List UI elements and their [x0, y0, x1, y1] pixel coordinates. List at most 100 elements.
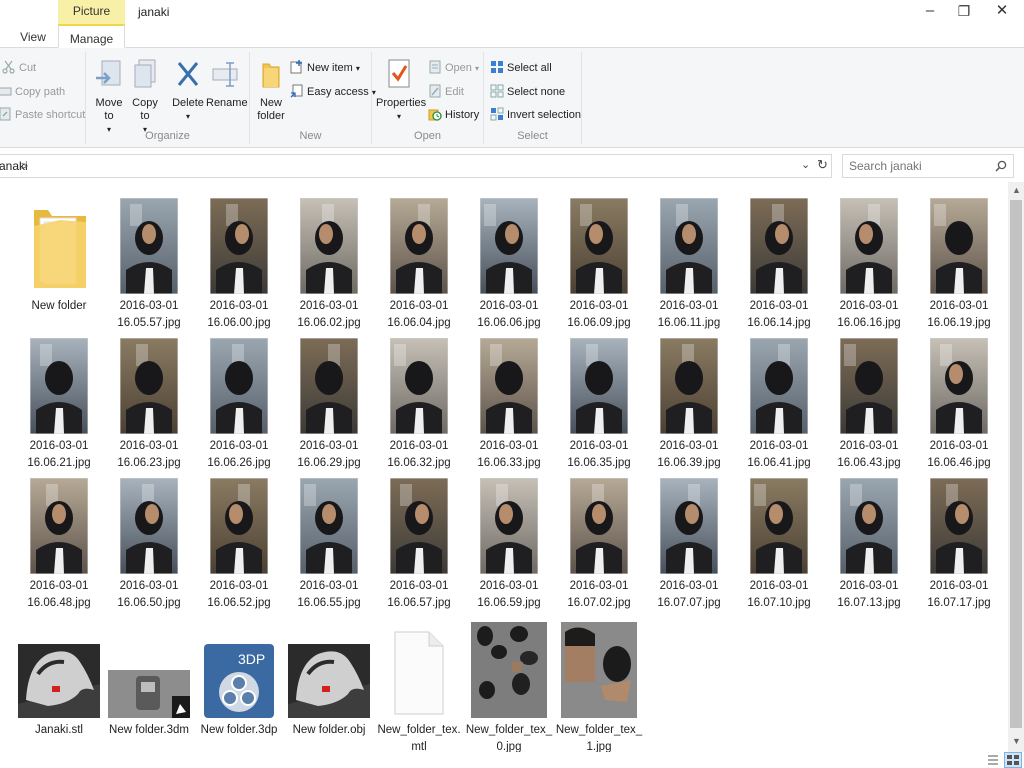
file-name-label: Janaki.stl	[35, 724, 83, 736]
file-item[interactable]: New_folder_tex_0.jpg	[464, 614, 554, 752]
file-grid: New folder 2016-03-01 16.05.57.jpg 2016-…	[0, 182, 1008, 752]
file-item[interactable]: 2016-03-01 16.06.55.jpg	[284, 474, 374, 612]
select-none-button[interactable]: Select none	[490, 82, 565, 102]
tab-manage[interactable]: Manage	[58, 24, 125, 48]
invert-selection-button[interactable]: Invert selection	[490, 105, 581, 125]
file-item[interactable]: 2016-03-01 16.06.39.jpg	[644, 334, 734, 472]
paste-shortcut-button[interactable]: Paste shortcut	[0, 105, 85, 125]
file-item[interactable]: 2016-03-01 16.07.02.jpg	[554, 474, 644, 612]
properties-checkmark-icon	[388, 59, 410, 88]
file-item[interactable]: 2016-03-01 16.06.04.jpg	[374, 194, 464, 332]
select-all-button[interactable]: Select all	[490, 58, 552, 78]
file-item[interactable]: 2016-03-01 16.05.57.jpg	[104, 194, 194, 332]
copy-to-icon	[134, 59, 156, 88]
cut-button[interactable]: Cut	[2, 58, 36, 78]
vertical-scrollbar[interactable]: ▲ ▼	[1008, 182, 1024, 752]
file-item[interactable]: 2016-03-01 16.06.19.jpg	[914, 194, 1004, 332]
file-item[interactable]: New folder.obj	[284, 614, 374, 739]
file-item[interactable]: 2016-03-01 16.06.50.jpg	[104, 474, 194, 612]
file-item[interactable]: 3DP New folder.3dp	[194, 614, 284, 739]
file-name-label: 2016-03-01 16.06.23.jpg	[117, 440, 181, 469]
copy-to-button[interactable]: Copy to ▾	[128, 58, 162, 136]
select-all-icon	[491, 61, 503, 73]
file-item[interactable]: 2016-03-01 16.06.21.jpg	[14, 334, 104, 472]
image-thumbnail	[464, 194, 554, 294]
file-item[interactable]: 2016-03-01 16.06.29.jpg	[284, 334, 374, 472]
file-item[interactable]: 2016-03-01 16.06.09.jpg	[554, 194, 644, 332]
file-item[interactable]: 2016-03-01 16.06.43.jpg	[824, 334, 914, 472]
file-item[interactable]: 2016-03-01 16.06.14.jpg	[734, 194, 824, 332]
search-icon[interactable]	[995, 160, 1007, 172]
file-name-label: 2016-03-01 16.06.41.jpg	[747, 440, 811, 469]
file-name-label: New folder.3dp	[200, 724, 278, 736]
file-item[interactable]: 2016-03-01 16.06.11.jpg	[644, 194, 734, 332]
new-item-label: New item	[307, 62, 353, 74]
copy-path-icon	[0, 87, 12, 96]
tab-view[interactable]: View	[12, 24, 54, 48]
file-item[interactable]: 2016-03-01 16.06.46.jpg	[914, 334, 1004, 472]
refresh-icon[interactable]: ↻	[817, 157, 828, 173]
breadcrumb-separator[interactable]: >	[21, 159, 28, 173]
file-name-label: New_folder_tex_1.jpg	[555, 724, 643, 752]
file-item[interactable]: 2016-03-01 16.07.17.jpg	[914, 474, 1004, 612]
file-item[interactable]: 2016-03-01 16.06.57.jpg	[374, 474, 464, 612]
search-input[interactable]	[849, 156, 989, 176]
large-icons-view-icon[interactable]	[1004, 752, 1022, 768]
file-item[interactable]: 2016-03-01 16.06.59.jpg	[464, 474, 554, 612]
close-button[interactable]: ✕	[982, 0, 1022, 24]
file-item[interactable]: 2016-03-01 16.06.41.jpg	[734, 334, 824, 472]
properties-button[interactable]: Properties ▾	[376, 58, 426, 123]
file-item[interactable]: 2016-03-01 16.06.02.jpg	[284, 194, 374, 332]
file-item[interactable]: 2016-03-01 16.06.33.jpg	[464, 334, 554, 472]
search-box[interactable]	[842, 154, 1014, 178]
maximize-button[interactable]: ❐	[944, 0, 984, 24]
address-history-dropdown-icon[interactable]: ⌄	[801, 158, 810, 171]
scrollbar-thumb[interactable]	[1010, 200, 1022, 728]
easy-access-button[interactable]: Easy access ▾	[290, 82, 376, 102]
file-item[interactable]: 2016-03-01 16.06.23.jpg	[104, 334, 194, 472]
folder-item[interactable]: New folder	[14, 194, 104, 315]
open-button[interactable]: Open ▾	[428, 58, 479, 78]
model-file-icon	[104, 614, 194, 718]
open-group: Properties ▾ Open ▾ Edit History Open	[372, 52, 484, 144]
file-item[interactable]: 2016-03-01 16.07.07.jpg	[644, 474, 734, 612]
file-item[interactable]: 2016-03-01 16.07.10.jpg	[734, 474, 824, 612]
file-item[interactable]: New_folder_tex.mtl	[374, 614, 464, 752]
edit-button[interactable]: Edit	[428, 82, 464, 102]
copy-path-button[interactable]: Copy path	[0, 82, 65, 102]
file-item[interactable]: 2016-03-01 16.06.48.jpg	[14, 474, 104, 612]
move-to-button[interactable]: Move to ▾	[92, 58, 126, 136]
rename-button[interactable]: Rename	[206, 58, 248, 110]
file-item[interactable]: 2016-03-01 16.06.06.jpg	[464, 194, 554, 332]
file-item[interactable]: New_folder_tex_1.jpg	[554, 614, 644, 752]
file-name-label: 2016-03-01 16.06.52.jpg	[207, 580, 271, 609]
new-item-button[interactable]: New item ▾	[290, 58, 360, 78]
file-item[interactable]: 2016-03-01 16.06.32.jpg	[374, 334, 464, 472]
image-thumbnail	[194, 474, 284, 574]
history-label: History	[445, 109, 480, 121]
image-thumbnail	[104, 334, 194, 434]
file-item[interactable]: 2016-03-01 16.06.00.jpg	[194, 194, 284, 332]
ribbon: Cut Copy path Paste shortcut Move to ▾ C…	[0, 48, 1024, 148]
file-item[interactable]: New folder.3dm	[104, 614, 194, 739]
scroll-up-arrow-icon[interactable]: ▲	[1012, 185, 1021, 195]
organize-group: Move to ▾ Copy to ▾ Delete ▾ Rename Orga…	[86, 52, 250, 144]
scroll-down-arrow-icon[interactable]: ▼	[1012, 736, 1021, 746]
delete-label: Delete	[172, 97, 204, 109]
file-item[interactable]: 2016-03-01 16.06.52.jpg	[194, 474, 284, 612]
open-group-label: Open	[414, 130, 441, 142]
history-button[interactable]: History	[428, 105, 479, 125]
svg-text:3DP: 3DP	[238, 651, 265, 667]
file-item[interactable]: 2016-03-01 16.06.16.jpg	[824, 194, 914, 332]
file-name-label: 2016-03-01 16.07.02.jpg	[567, 580, 631, 609]
file-item[interactable]: 2016-03-01 16.06.26.jpg	[194, 334, 284, 472]
rename-label: Rename	[206, 97, 248, 109]
details-view-icon[interactable]	[986, 753, 1000, 767]
address-bar[interactable]: anaki > ⌄ ↻	[0, 154, 832, 178]
easy-access-label: Easy access	[307, 86, 369, 98]
delete-button[interactable]: Delete ▾	[170, 58, 206, 123]
new-folder-button[interactable]: New folder	[252, 58, 290, 123]
file-item[interactable]: Janaki.stl	[14, 614, 104, 739]
file-item[interactable]: 2016-03-01 16.06.35.jpg	[554, 334, 644, 472]
file-item[interactable]: 2016-03-01 16.07.13.jpg	[824, 474, 914, 612]
